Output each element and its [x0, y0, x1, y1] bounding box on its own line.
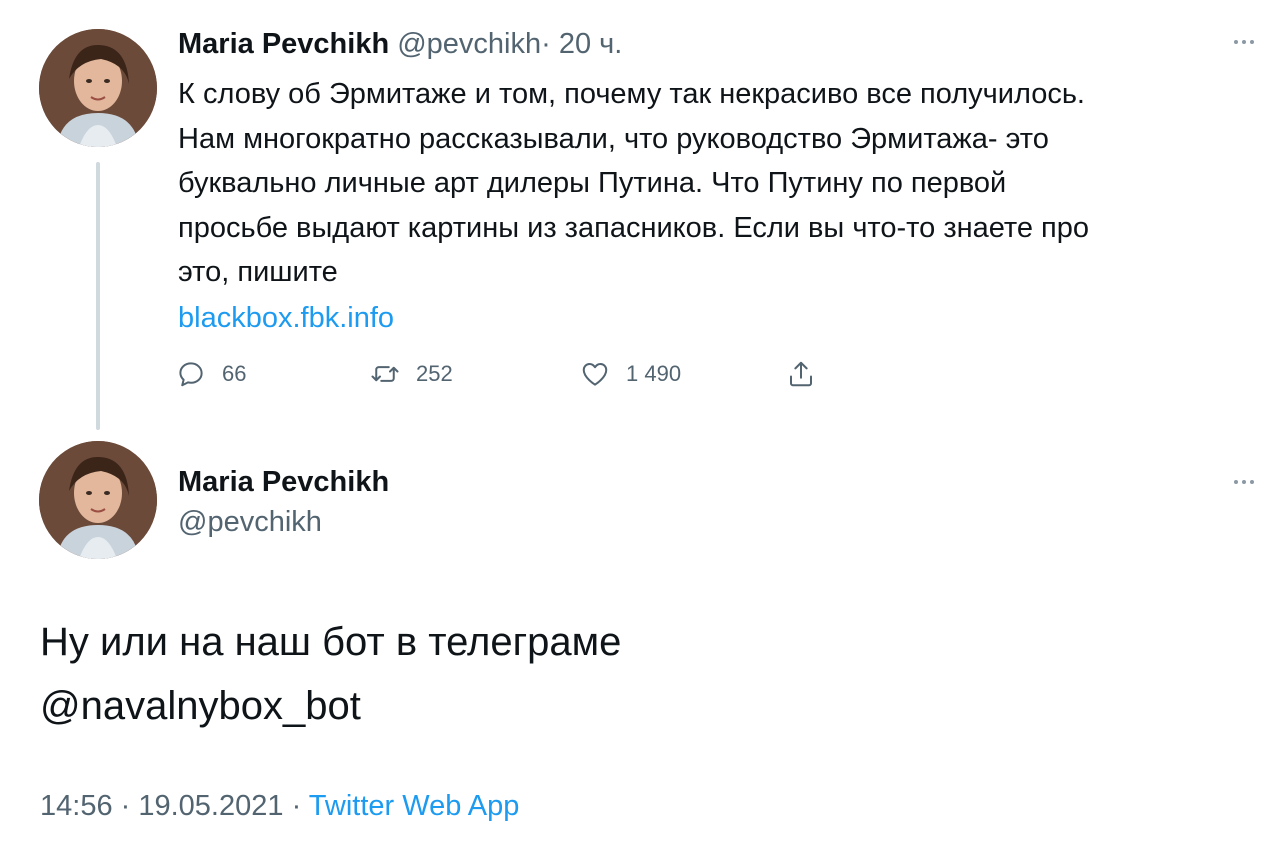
share-button[interactable]: [786, 356, 816, 392]
reply-icon: [179, 362, 203, 387]
tweet-text: Ну или на наш бот в телеграме @navalnybo…: [40, 620, 622, 728]
meta-separator: ·: [112, 790, 139, 822]
tweet-header: Maria Pevchikh @pevchikh· 20 ч.: [178, 26, 622, 62]
like-count: 1 490: [626, 361, 682, 386]
meta-separator: ·: [283, 790, 309, 822]
like-button[interactable]: 1 490: [580, 356, 681, 392]
author-name[interactable]: Maria Pevchikh: [178, 28, 389, 60]
retweet-count: 252: [416, 361, 453, 386]
tweet-time[interactable]: 14:56: [40, 790, 113, 822]
avatar[interactable]: [39, 29, 157, 147]
avatar[interactable]: [39, 441, 157, 559]
header-separator: ·: [541, 28, 551, 60]
retweet-icon: [371, 366, 399, 382]
tweet-metadata: 14:56 · 19.05.2021 · Twitter Web App: [40, 786, 519, 826]
tweet-date[interactable]: 19.05.2021: [138, 790, 283, 822]
more-options-icon[interactable]: [1226, 472, 1262, 492]
author-name[interactable]: Maria Pevchikh: [178, 464, 389, 500]
author-handle[interactable]: @pevchikh: [178, 504, 322, 540]
tweet-link[interactable]: blackbox.fbk.info: [178, 296, 394, 340]
profile-photo: [39, 441, 157, 559]
tweet-source[interactable]: Twitter Web App: [309, 790, 520, 822]
profile-photo: [39, 29, 157, 147]
reply-button[interactable]: 66: [176, 356, 246, 392]
share-icon: [790, 361, 812, 387]
tweet-text: К слову об Эрмитаже и том, почему так не…: [178, 78, 1090, 288]
tweet-thread: Maria Pevchikh @pevchikh· 20 ч. К слову …: [0, 0, 1280, 848]
tweet-time[interactable]: 20 ч.: [559, 28, 622, 60]
thread-connector: [96, 162, 100, 430]
retweet-button[interactable]: 252: [370, 356, 453, 392]
more-options-icon[interactable]: [1226, 32, 1262, 52]
author-handle[interactable]: @pevchikh: [397, 28, 541, 60]
heart-icon: [582, 363, 608, 386]
reply-count: 66: [222, 361, 247, 386]
